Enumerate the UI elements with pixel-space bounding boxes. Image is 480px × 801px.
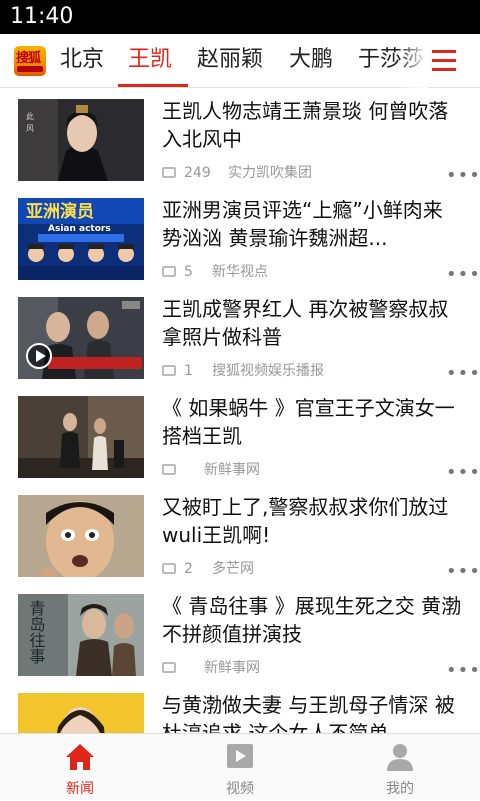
nav-video[interactable]: 视频 [160,734,320,801]
home-icon [66,744,94,770]
tab-dapeng[interactable]: 大鹏 [289,44,333,76]
bottom-navigation: 新闻 视频 我的 [0,733,480,800]
thumb-subtext: Asian actors [48,224,111,234]
news-title: 与黄渤做夫妻 与王凯母子情深 被杜淳追求 这个女人不简单 [162,693,455,733]
channel-tab-bar: 搜狐 北京 王凯 赵丽颖 大鹏 于莎莎 [0,34,480,88]
news-item[interactable]: 王凯成警界红人 再次被警察叔叔拿照片做科普 1 搜狐视频娱乐播报 ••• [0,287,480,385]
news-title: 《 青岛往事 》展现生死之交 黄渤不拼颜值拼演技 [162,594,462,646]
news-thumbnail: 亚洲演员 Asian actors [18,198,144,280]
news-item[interactable]: 又被盯上了,警察叔叔求你们放过wuli王凯啊! 2 多芒网 ••• [0,485,480,583]
channel-menu-icon[interactable] [432,50,456,72]
comment-icon [162,266,176,277]
news-title: 又被盯上了,警察叔叔求你们放过wuli王凯啊! [162,495,449,547]
news-title: 王凯人物志靖王萧景琰 何曾吹落入北风中 [162,99,449,151]
news-feed: 此 风 王凯人物志靖王萧景琰 何曾吹落入北风中 249 实力凯吹集团 ••• 亚… [0,89,480,733]
comment-icon [162,563,176,574]
news-item[interactable]: 亚洲演员 Asian actors 亚洲男演员评选“上瘾”小鲜肉来势汹汹 黄景瑜… [0,188,480,286]
comment-icon [162,662,176,673]
news-thumbnail [18,693,144,733]
news-item[interactable]: 此 风 王凯人物志靖王萧景琰 何曾吹落入北风中 249 实力凯吹集团 ••• [0,89,480,187]
sohu-logo[interactable]: 搜狐 [14,46,46,76]
status-time: 11:40 [10,4,74,29]
active-tab-indicator [118,84,188,87]
nav-label: 我的 [386,781,414,797]
thumb-text: 亚洲演员 [26,201,94,222]
profile-icon [387,744,413,771]
video-play-icon [26,343,52,369]
news-thumbnail [18,495,144,577]
svg-text:此: 此 [26,111,34,121]
thumb-text: 青岛往事 [27,600,46,664]
more-options-icon[interactable]: ••• [446,365,480,383]
news-item[interactable]: 青岛往事 《 青岛往事 》展现生死之交 黄渤不拼颜值拼演技 新鲜事网 ••• [0,584,480,682]
logo-text: 搜狐 [16,51,41,66]
news-thumbnail [18,396,144,478]
more-options-icon[interactable]: ••• [446,167,480,185]
comment-count: 249 [184,165,211,181]
news-source: 多芒网 [212,561,254,577]
more-options-icon[interactable]: ••• [446,563,480,581]
news-title: 亚洲男演员评选“上瘾”小鲜肉来势汹汹 黄景瑜许魏洲超... [162,198,443,250]
comment-icon [162,365,176,376]
news-source: 搜狐视频娱乐播报 [212,363,324,379]
nav-label: 视频 [226,781,254,797]
comment-icon [162,464,176,475]
svg-text:风: 风 [26,124,34,133]
news-source: 实力凯吹集团 [228,165,312,181]
more-options-icon[interactable]: ••• [446,662,480,680]
news-title: 王凯成警界红人 再次被警察叔叔拿照片做科普 [162,297,449,349]
news-source: 新华视点 [212,264,268,280]
news-thumbnail: 青岛往事 [18,594,144,676]
tab-wangkai[interactable]: 王凯 [128,44,172,76]
nav-label: 新闻 [66,781,94,797]
news-title: 《 如果蜗牛 》官宣王子文演女一搭档王凯 [162,396,455,448]
more-options-icon[interactable]: ••• [446,464,480,482]
tab-zhaoliying[interactable]: 赵丽颖 [197,44,263,76]
more-options-icon[interactable]: ••• [446,266,480,284]
news-item[interactable]: 《 如果蜗牛 》官宣王子文演女一搭档王凯 新鲜事网 ••• [0,386,480,484]
nav-news[interactable]: 新闻 [0,734,160,801]
comment-count: 2 [184,561,193,577]
comment-count: 1 [184,363,193,379]
news-thumbnail: 此 风 [18,99,144,181]
news-source: 新鲜事网 [204,660,260,676]
news-thumbnail [18,297,144,379]
status-bar: 11:40 [0,0,480,34]
news-source: 新鲜事网 [204,462,260,478]
comment-count: 5 [184,264,193,280]
video-icon [227,744,253,768]
comment-icon [162,167,176,178]
nav-profile[interactable]: 我的 [320,734,480,801]
channel-tabs: 北京 王凯 赵丽颖 大鹏 于莎莎 [58,34,428,88]
tab-beijing[interactable]: 北京 [60,44,104,76]
news-item[interactable]: 与黄渤做夫妻 与王凯母子情深 被杜淳追求 这个女人不简单 [0,683,480,733]
